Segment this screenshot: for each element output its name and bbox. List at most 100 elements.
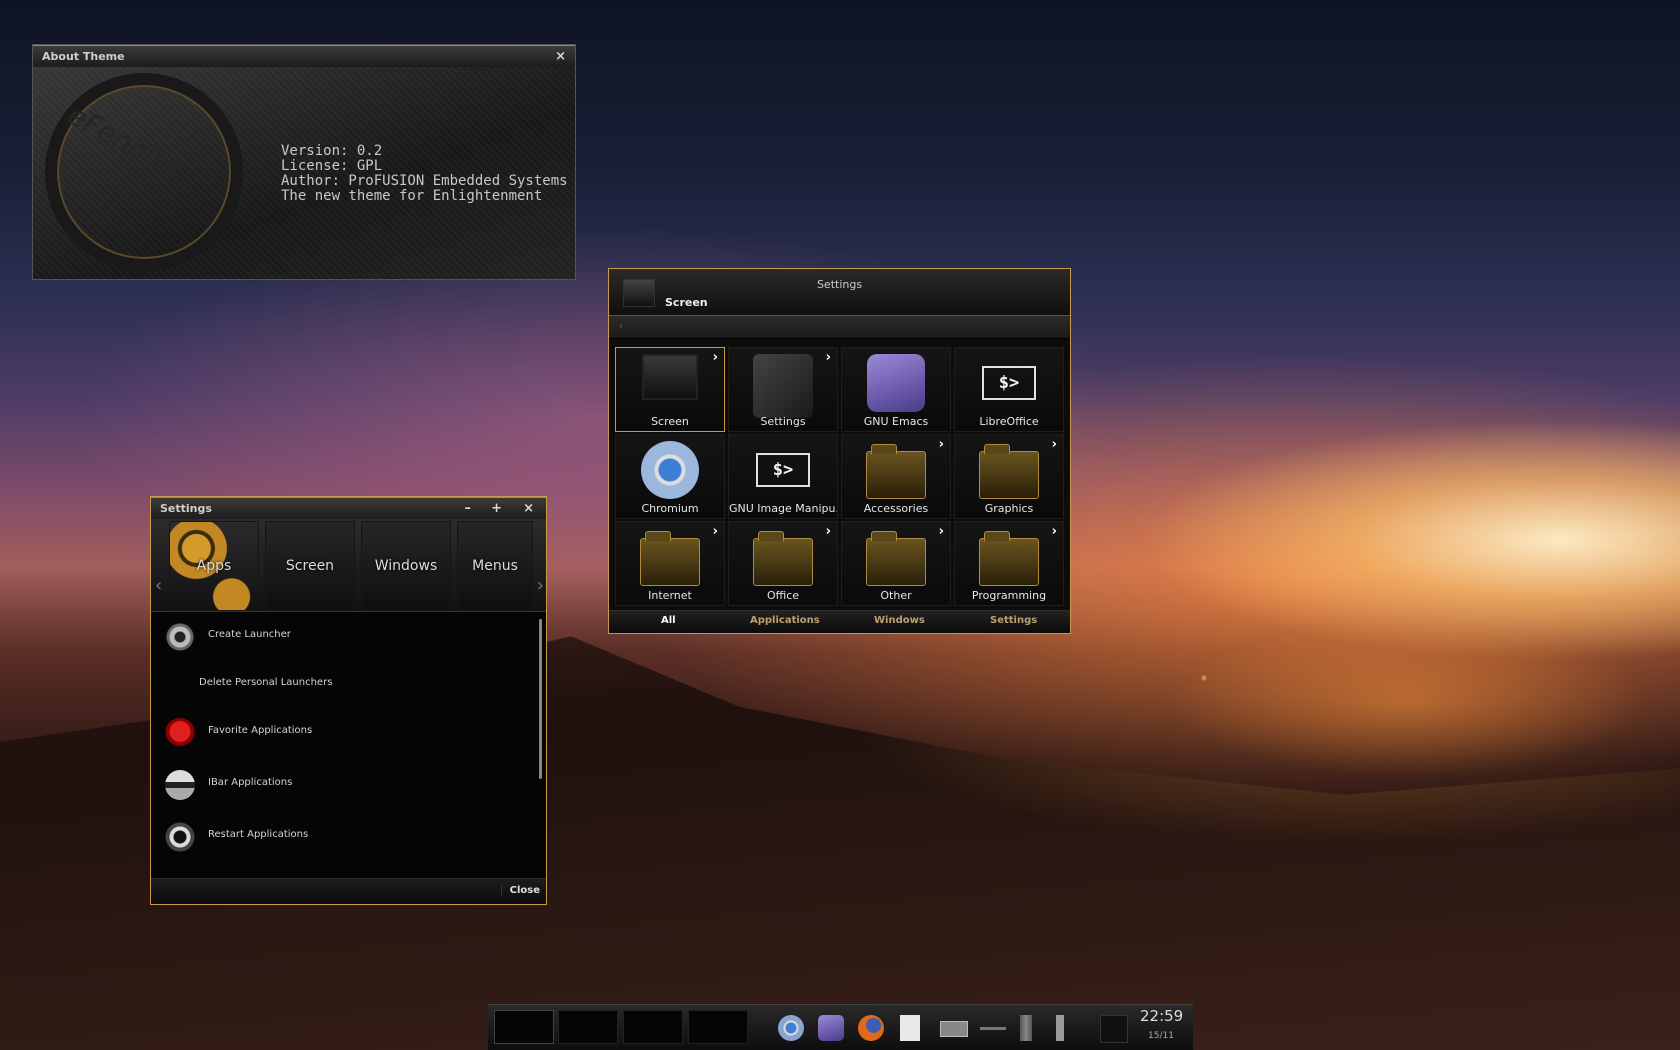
minimize-button[interactable]: – — [465, 498, 472, 520]
toolbar-windows[interactable]: Windows — [361, 521, 451, 611]
grid-item-label: Office — [766, 589, 800, 602]
bluetooth-icon[interactable] — [1020, 1015, 1032, 1041]
grid-item-screen[interactable]: › Screen — [615, 347, 725, 432]
close-button[interactable]: × — [523, 498, 534, 520]
grid-item-label: Chromium — [641, 502, 699, 515]
list-item-label: Restart Applications — [208, 829, 309, 840]
grid-header: Settings Screen — [609, 269, 1070, 316]
grid-item-office[interactable]: › Office — [728, 521, 838, 606]
chevron-right-icon: › — [938, 524, 944, 539]
tab-settings[interactable]: Settings — [990, 615, 1037, 626]
settings-grid-window: Settings Screen › › Screen › Settings GNU Em… — [608, 268, 1071, 634]
terminal-icon: $> — [982, 366, 1036, 400]
list-item-label: Delete Personal Launchers — [199, 677, 333, 688]
chevron-right-icon: › — [1051, 524, 1057, 539]
toolbar-prev-icon[interactable]: ‹ — [155, 575, 162, 596]
ibar-icon — [165, 770, 195, 800]
volume-icon[interactable] — [1056, 1015, 1076, 1041]
grid-item-libreoffice[interactable]: $> LibreOffice — [954, 347, 1064, 432]
restart-icon — [165, 822, 195, 852]
list-item-favorite-applications[interactable]: Favorite Applications — [151, 711, 536, 755]
terminal-icon: $> — [756, 453, 810, 487]
category-toolbar: ‹ Apps Screen Windows Menus › — [151, 519, 546, 612]
grid-item-label: Programming — [971, 589, 1047, 602]
chevron-right-icon: › — [712, 350, 718, 365]
emacs-icon — [867, 354, 925, 412]
grid-item-settings[interactable]: › Settings — [728, 347, 838, 432]
grid-item-label: GNU Emacs — [863, 415, 929, 428]
heart-icon — [165, 718, 195, 748]
about-title: About Theme — [42, 50, 125, 63]
tab-applications[interactable]: Applications — [750, 615, 820, 626]
toolbar-apps[interactable]: Apps — [169, 521, 259, 611]
wallpaper-city-lights — [1000, 590, 1680, 810]
toolbar-menus-label: Menus — [472, 558, 518, 574]
panel-titlebar[interactable]: Settings – + × — [151, 497, 546, 519]
toolbar-next-icon[interactable]: › — [537, 575, 544, 596]
chevron-right-icon: › — [938, 437, 944, 452]
chromium-icon[interactable] — [778, 1015, 804, 1041]
theme-version: Version: 0.2 — [281, 143, 383, 159]
grid-item-other[interactable]: › Other — [841, 521, 951, 606]
document-icon[interactable] — [900, 1015, 920, 1041]
battery-icon[interactable] — [940, 1021, 968, 1037]
settings-panel-window: Settings – + × ‹ Apps Screen Windows Men… — [150, 496, 547, 905]
list-item-label: Favorite Applications — [208, 725, 313, 736]
list-scrollbar[interactable] — [539, 619, 542, 779]
emacs-icon[interactable] — [818, 1015, 844, 1041]
pager-desk-2[interactable] — [558, 1010, 618, 1044]
grid-title: Settings — [816, 278, 863, 291]
list-item-delete-personal-launchers[interactable]: Delete Personal Launchers — [151, 663, 536, 707]
folder-icon — [866, 531, 926, 586]
grid-path-bar[interactable]: › — [609, 316, 1070, 339]
grid-item-graphics[interactable]: › Graphics — [954, 434, 1064, 519]
grid-item-programming[interactable]: › Programming — [954, 521, 1064, 606]
theme-license: License: GPL — [281, 158, 383, 174]
toolbar-windows-label: Windows — [374, 558, 438, 574]
folder-icon — [753, 531, 813, 586]
tab-all[interactable]: All — [661, 615, 676, 626]
grid-item-accessories[interactable]: › Accessories — [841, 434, 951, 519]
grid-item-internet[interactable]: › Internet — [615, 521, 725, 606]
chromium-icon — [641, 441, 699, 499]
grid-item-label: Other — [880, 589, 912, 602]
grid-item-label: GNU Image Manipu... — [729, 502, 837, 515]
wrench-icon — [753, 354, 813, 418]
grid-selected-item: Screen — [665, 296, 708, 309]
grid-item-label: Internet — [648, 589, 692, 602]
grid-item-chromium[interactable]: Chromium — [615, 434, 725, 519]
gear-icon — [165, 622, 195, 652]
toolbar-menus[interactable]: Menus — [457, 521, 533, 611]
network-icon[interactable] — [980, 1027, 1006, 1030]
grid-item-gnu-image-manipu[interactable]: $> GNU Image Manipu... — [728, 434, 838, 519]
grid-item-gnu-emacs[interactable]: GNU Emacs — [841, 347, 951, 432]
close-panel-button[interactable]: Close — [500, 885, 540, 896]
folder-icon — [640, 531, 700, 586]
chevron-right-icon: › — [825, 524, 831, 539]
firefox-icon[interactable] — [858, 1015, 884, 1041]
list-item-restart-applications[interactable]: Restart Applications — [151, 815, 536, 859]
pager-desk-3[interactable] — [623, 1010, 683, 1044]
pager-desk-4[interactable] — [688, 1010, 748, 1044]
about-titlebar[interactable]: About Theme × — [33, 45, 575, 67]
toolbar-screen[interactable]: Screen — [265, 521, 355, 611]
dropbox-icon[interactable] — [1100, 1015, 1128, 1043]
tab-windows[interactable]: Windows — [874, 615, 925, 626]
toolbar-screen-label: Screen — [285, 558, 335, 574]
chevron-right-icon: › — [619, 321, 623, 332]
pager-desk-1[interactable] — [494, 1010, 554, 1044]
grid-item-label: Screen — [651, 415, 689, 428]
about-theme-window: About Theme × eFenniht Version: 0.2 Lice… — [32, 44, 576, 280]
grid-tabs: All Applications Windows Settings — [609, 610, 1070, 633]
date: 15/11 — [1148, 1031, 1174, 1041]
grid-item-label: Graphics — [984, 502, 1034, 515]
list-item-ibar-applications[interactable]: IBar Applications — [151, 763, 536, 807]
clock[interactable]: 22:59 — [1140, 1007, 1183, 1025]
monitor-icon — [642, 354, 698, 400]
folder-icon — [979, 531, 1039, 586]
grid-item-label: LibreOffice — [979, 415, 1039, 428]
maximize-button[interactable]: + — [491, 498, 502, 520]
list-item-create-launcher[interactable]: Create Launcher — [151, 615, 536, 659]
taskbar: 22:59 15/11 — [488, 1004, 1193, 1050]
about-close-button[interactable]: × — [555, 46, 566, 68]
